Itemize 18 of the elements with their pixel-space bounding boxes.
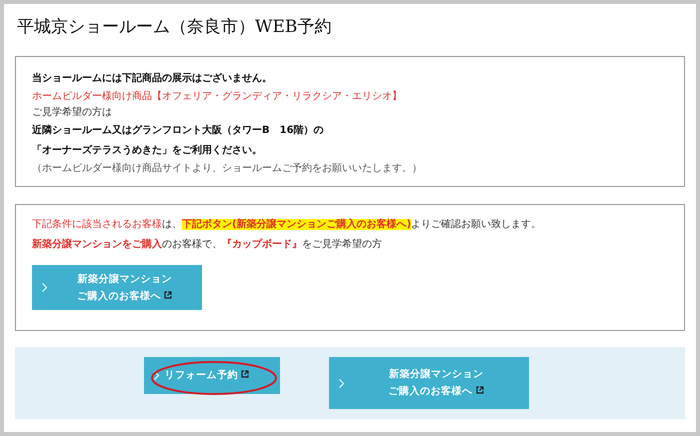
external-link-icon [476,386,484,394]
notice-text: ホームビルダー様向け商品【オフェリア・グランディア・リラクシア・エリシオ】 [32,90,403,104]
chevron-right-icon [42,283,47,292]
notice-text: ご見学希望の方は [32,106,113,120]
notice-text: （ホームビルダー様向け商品サイトより、ショールームご予約をお願いいたします。） [32,162,423,176]
condition-text: 下記条件に該当されるお客様は、下記ボタン(新築分譲マンションご購入のお客様へ)よりご確認お願い致します。 [32,217,542,232]
external-link-icon [241,370,249,378]
link-button[interactable]: 新築分譲マンション ご購入のお客様へ [32,265,202,310]
external-link-icon [164,290,172,298]
notice-text: 「オーナーズテラスうめきた」をご利用ください。 [32,144,263,158]
page-title: 平城京ショールーム（奈良市）WEB予約 [17,16,332,39]
link-button[interactable]: リフォーム予約 [144,357,280,394]
chevron-right-icon [154,371,158,380]
condition-text: 新築分譲マンションをご購入のお客様で、『カップボード』をご見学希望の方 [32,237,383,252]
notice-text: 当ショールームには下記商品の展示はございません。 [32,71,273,86]
notice-text: 近隣ショールーム又はグランフロント大阪（タワーB 16階）の [32,124,325,138]
chevron-right-icon [338,378,344,388]
link-button[interactable]: 新築分譲マンション ご購入のお客様へ [328,357,528,409]
